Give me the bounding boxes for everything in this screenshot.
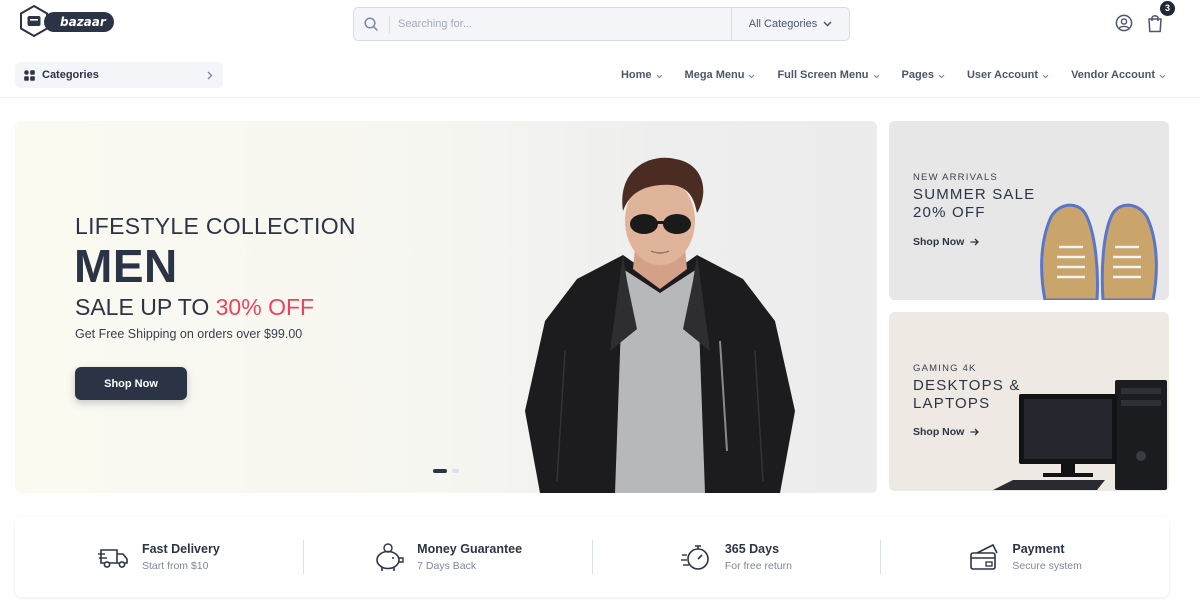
promo-banner-gaming[interactable]: GAMING 4K DESKTOPS & LAPTOPS Shop Now — [889, 312, 1169, 491]
user-icon[interactable] — [1115, 14, 1133, 32]
carousel-dot-active[interactable] — [433, 469, 447, 473]
nav-item-home[interactable]: Home — [621, 69, 663, 81]
nav-item-vendor-account[interactable]: Vendor Account — [1071, 69, 1166, 81]
service-payment: Payment Secure system — [881, 517, 1169, 597]
service-title: Money Guarantee — [417, 542, 523, 556]
chevron-down-icon — [1042, 74, 1049, 79]
nav-item-pages[interactable]: Pages — [902, 69, 945, 81]
nav-item-label: Vendor Account — [1071, 69, 1155, 81]
chevron-down-icon — [1159, 74, 1166, 79]
categories-button[interactable]: Categories — [15, 62, 223, 88]
nav-item-mega-menu[interactable]: Mega Menu — [685, 69, 756, 81]
promo-shop-now-link[interactable]: Shop Now — [913, 426, 980, 438]
desktop-computer-image — [993, 380, 1167, 490]
carousel-dots — [433, 469, 459, 473]
service-subtitle: 7 Days Back — [417, 560, 477, 572]
service-text: 365 Days For free return — [725, 542, 792, 572]
hero-sale-accent: 30% OFF — [215, 294, 315, 320]
truck-icon — [97, 549, 128, 568]
carousel-dot[interactable] — [452, 469, 459, 473]
service-subtitle: Secure system — [1012, 560, 1082, 572]
nav-item-label: Pages — [901, 69, 934, 81]
promo-eyebrow: GAMING 4K — [913, 363, 977, 374]
service-title: 365 Days — [724, 542, 780, 556]
piggy-bank-icon — [376, 543, 404, 571]
shopping-bag-icon[interactable] — [1146, 13, 1164, 33]
service-subtitle: For free return — [724, 560, 792, 572]
hero-title: MEN — [74, 240, 178, 292]
promo-banner-summer-sale[interactable]: NEW ARRIVALS SUMMER SALE 20% OFF Shop No… — [889, 121, 1169, 300]
promo-shop-now-link[interactable]: Shop Now — [913, 236, 980, 248]
credit-card-icon — [970, 543, 999, 570]
categories-label: Categories — [42, 69, 99, 81]
service-title: Fast Delivery — [141, 542, 220, 556]
hero-shop-now-button[interactable]: Shop Now — [75, 367, 187, 400]
promo-link-label: Shop Now — [913, 236, 965, 248]
service-365-days: 365 Days For free return — [593, 517, 881, 597]
service-fast-delivery: Fast Delivery Start from $10 — [15, 517, 303, 597]
service-money-guarantee: Money Guarantee 7 Days Back — [304, 517, 592, 597]
search-input[interactable] — [398, 8, 728, 40]
nav-item-label: Home — [620, 69, 652, 81]
nav-item-label: Mega Menu — [684, 69, 745, 81]
main-nav: Home Mega Menu Full Screen Menu Pages Us… — [599, 62, 1166, 88]
chevron-down-icon — [873, 74, 879, 79]
nav-item-label: Full Screen Menu — [777, 69, 869, 81]
navbar: Categories Home Mega Menu Full Screen Me… — [0, 56, 1200, 98]
arrow-right-icon — [970, 238, 980, 246]
logo[interactable]: bazaar — [17, 4, 114, 38]
hero-eyebrow: LIFESTYLE COLLECTION — [75, 213, 356, 239]
service-text: Fast Delivery Start from $10 — [142, 542, 220, 572]
nav-item-label: User Account — [966, 69, 1039, 81]
nav-item-full-screen-menu[interactable]: Full Screen Menu — [777, 69, 879, 81]
search-divider — [389, 16, 390, 33]
grid-icon — [24, 69, 35, 81]
arrow-right-icon — [970, 428, 980, 436]
category-dropdown[interactable]: All Categories — [731, 8, 849, 40]
logo-text: bazaar — [44, 12, 114, 32]
service-text: Payment Secure system — [1012, 542, 1081, 572]
hero-sale-text: SALE UP TO 30% OFF — [75, 294, 314, 321]
hero-carousel: LIFESTYLE COLLECTION MEN SALE UP TO 30% … — [15, 121, 877, 493]
promo-link-label: Shop Now — [913, 426, 965, 438]
services-bar: Fast Delivery Start from $10 Money Guara… — [15, 517, 1169, 597]
service-subtitle: Start from $10 — [141, 560, 209, 572]
search-icon[interactable] — [363, 16, 379, 32]
hero-sale-prefix: SALE UP TO — [75, 294, 216, 320]
nav-item-user-account[interactable]: User Account — [967, 69, 1049, 81]
chevron-right-icon — [207, 71, 213, 79]
header: bazaar All Categories 3 — [0, 0, 1200, 48]
search-bar: All Categories — [353, 7, 850, 41]
cart-count-badge: 3 — [1160, 1, 1175, 16]
service-title: Payment — [1012, 542, 1065, 556]
chevron-down-icon — [938, 74, 945, 79]
chevron-down-icon — [656, 74, 662, 79]
hero-description: Get Free Shipping on orders over $99.00 — [75, 327, 303, 341]
promo-eyebrow: NEW ARRIVALS — [913, 172, 998, 183]
stopwatch-icon — [680, 545, 709, 570]
chevron-down-icon — [749, 74, 755, 79]
promo-title: SUMMER SALE 20% OFF — [913, 186, 1036, 221]
hero-model-image — [525, 157, 795, 493]
category-dropdown-label: All Categories — [748, 18, 818, 30]
chevron-down-icon — [823, 21, 832, 27]
sneakers-image — [1040, 203, 1158, 300]
service-text: Money Guarantee 7 Days Back — [417, 542, 522, 572]
